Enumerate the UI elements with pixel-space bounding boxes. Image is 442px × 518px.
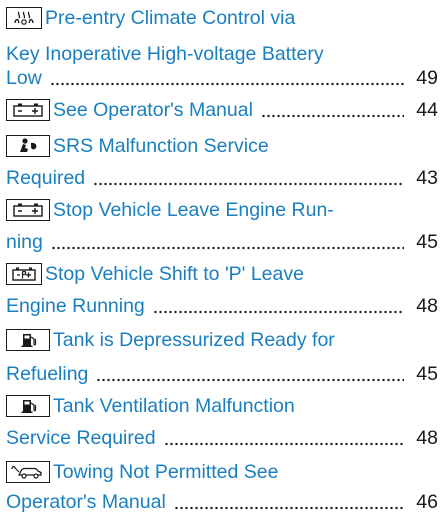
page-number: 46 xyxy=(416,491,438,513)
entry-line-text[interactable]: Refueling xyxy=(6,358,88,390)
entry-line-text[interactable]: Stop Vehicle Shift to 'P' Leave xyxy=(45,258,304,290)
dot-leader xyxy=(152,310,404,314)
page-number: 48 xyxy=(416,295,438,317)
srs-airbag-icon xyxy=(6,135,50,157)
entry-line-text[interactable]: Engine Running xyxy=(6,290,145,322)
page-number: 45 xyxy=(416,363,438,385)
page-number: 48 xyxy=(416,427,438,449)
entry-line-text[interactable]: See Operator's Manual xyxy=(53,94,253,126)
page-number: 49 xyxy=(416,67,438,89)
entry-line[interactable]: Refueling 45 xyxy=(6,358,438,390)
entry-line-text[interactable]: Service Required xyxy=(6,422,156,454)
entry-line[interactable]: Towing Not Permitted See xyxy=(6,456,278,488)
entry-line-text[interactable]: ning xyxy=(6,226,43,258)
dot-leader xyxy=(49,82,404,86)
entry-line[interactable]: Operator's Manual 46 xyxy=(6,486,438,518)
entry-line[interactable]: Engine Running 48 xyxy=(6,290,438,322)
entry-line-text[interactable]: Tank is Depressurized Ready for xyxy=(53,324,335,356)
dot-leader xyxy=(173,506,404,510)
entry-line-text[interactable]: Pre-entry Climate Control via xyxy=(45,2,295,34)
entry-line[interactable]: See Operator's Manual 44 xyxy=(6,94,438,126)
entry-line[interactable]: Service Required 48 xyxy=(6,422,438,454)
battery-park-icon xyxy=(6,263,42,285)
dot-leader xyxy=(50,246,404,250)
climate-control-icon xyxy=(6,7,42,29)
fuel-pump-icon xyxy=(6,329,50,351)
entry-line-text[interactable]: Towing Not Permitted See xyxy=(53,456,278,488)
dot-leader xyxy=(96,378,404,382)
entry-line[interactable]: Tank Ventilation Malfunction xyxy=(6,390,295,422)
entry-line[interactable]: Stop Vehicle Leave Engine Run- xyxy=(6,194,334,226)
battery-warning-icon xyxy=(6,99,50,121)
entry-line[interactable]: Required 43 xyxy=(6,162,438,194)
dot-leader xyxy=(163,442,404,446)
entry-line[interactable]: Stop Vehicle Shift to 'P' Leave xyxy=(6,258,304,290)
entry-line-text[interactable]: Stop Vehicle Leave Engine Run- xyxy=(53,194,334,226)
entry-line-text[interactable]: SRS Malfunction Service xyxy=(53,130,269,162)
entry-line-text[interactable]: Required xyxy=(6,162,85,194)
entry-line[interactable]: Low 49 xyxy=(6,62,438,94)
page-number: 45 xyxy=(416,231,438,253)
entry-line-text[interactable]: Tank Ventilation Malfunction xyxy=(53,390,295,422)
entry-line-text[interactable]: Operator's Manual xyxy=(6,486,166,518)
entry-line[interactable]: SRS Malfunction Service xyxy=(6,130,269,162)
dot-leader xyxy=(93,182,404,186)
entry-line[interactable]: ning 45 xyxy=(6,226,438,258)
index-list: Pre-entry Climate Control via Key Inoper… xyxy=(0,0,442,513)
fuel-pump-icon xyxy=(6,395,50,417)
battery-warning-icon xyxy=(6,199,50,221)
dot-leader xyxy=(260,114,404,118)
entry-line-text[interactable]: Low xyxy=(6,62,42,94)
entry-line[interactable]: Pre-entry Climate Control via xyxy=(6,2,295,34)
page-number: 43 xyxy=(416,167,438,189)
page-number: 44 xyxy=(416,99,438,121)
tow-car-icon xyxy=(6,461,50,483)
entry-line[interactable]: Tank is Depressurized Ready for xyxy=(6,324,335,356)
